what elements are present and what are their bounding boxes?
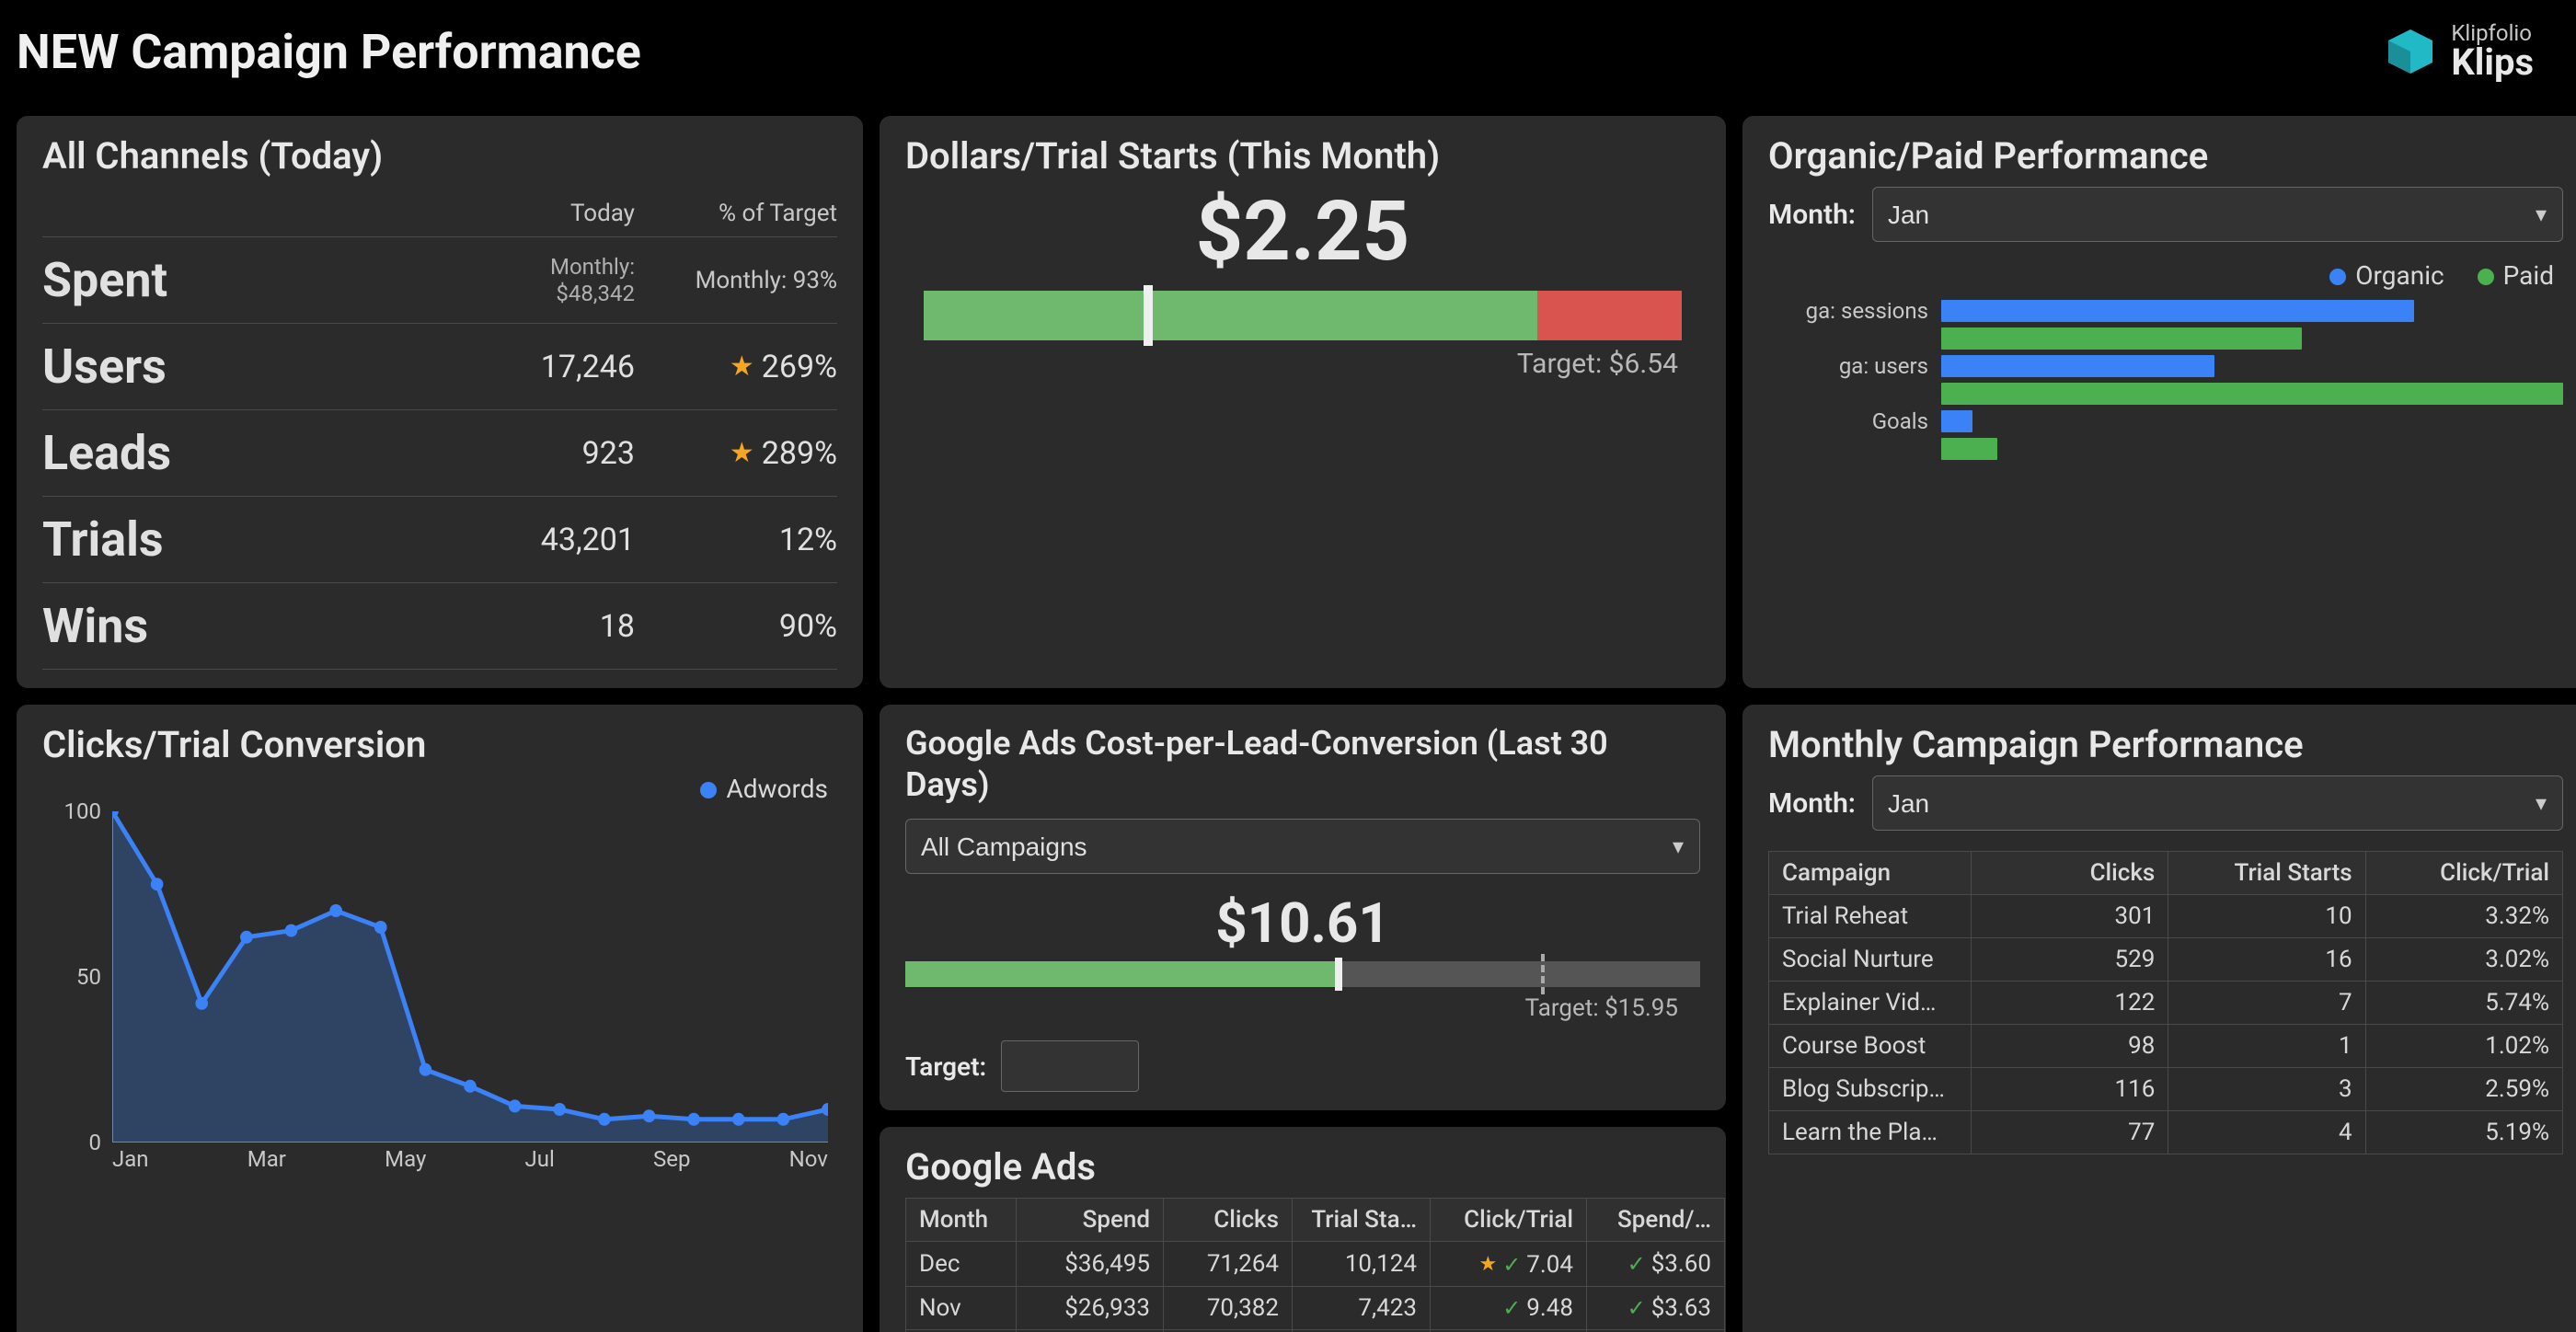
table-row: Nov$26,93370,3827,423✓ 9.48✓ $3.63	[906, 1286, 1725, 1329]
cpl-target-field-label: Target:	[905, 1051, 986, 1082]
panel-organic-paid: Organic/Paid Performance Month: Jan Orga…	[1742, 116, 2576, 688]
panel-google-ads: Google Ads MonthSpendClicksTrial Sta…Cli…	[880, 1127, 1726, 1332]
check-icon: ✓	[1627, 1295, 1646, 1321]
table-header: Campaign	[1769, 852, 1972, 895]
hbar-row: Goals	[1768, 408, 2563, 434]
dollars-trial-title: Dollars/Trial Starts (This Month)	[905, 134, 1700, 178]
table-row: Trial Reheat301103.32%	[1769, 895, 2563, 938]
op-month-label: Month:	[1768, 199, 1856, 231]
hbar-row	[1768, 438, 2563, 460]
panel-dollars-trial: Dollars/Trial Starts (This Month) $2.25 …	[880, 116, 1726, 688]
table-header: Click/Trial	[2365, 852, 2562, 895]
table-header: Month	[906, 1199, 1017, 1242]
google-ads-table: MonthSpendClicksTrial Sta…Click/TrialSpe…	[905, 1198, 1725, 1332]
mc-month-label: Month:	[1768, 787, 1856, 820]
table-header: Trial Starts	[2168, 852, 2365, 895]
legend-paid: Paid	[2478, 260, 2554, 291]
mc-month-select[interactable]: Jan	[1872, 775, 2563, 831]
metric-name: Spent	[42, 252, 359, 308]
table-row: Social Nurture529163.02%	[1769, 938, 2563, 982]
metric-today: 18	[359, 608, 635, 645]
table-header: Click/Trial	[1431, 1199, 1587, 1242]
hbar-label: ga: sessions	[1768, 298, 1934, 324]
panel-monthly-campaign: Monthly Campaign Performance Month: Jan …	[1742, 705, 2576, 1332]
cpl-campaign-select[interactable]: All Campaigns	[905, 819, 1700, 874]
google-ads-title: Google Ads	[905, 1145, 1700, 1188]
panel-all-channels: All Channels (Today) Today % of Target S…	[17, 116, 863, 688]
cpl-target: Target: $15.95	[905, 994, 1678, 1022]
brand-bottom: Klips	[2451, 44, 2534, 81]
table-header: Clicks	[1972, 852, 2168, 895]
cpl-title: Google Ads Cost-per-Lead-Conversion (Las…	[905, 723, 1700, 806]
table-header: Trial Sta…	[1293, 1199, 1431, 1242]
all-channels-row: Trials43,20112%	[42, 496, 837, 582]
metric-name: Users	[42, 339, 359, 395]
metric-target: ★269%	[635, 349, 837, 385]
table-row: Learn the Pla…7745.19%	[1769, 1111, 2563, 1154]
metric-name: Leads	[42, 425, 359, 481]
hbar-label: ga: users	[1768, 353, 1934, 379]
table-row: Course Boost9811.02%	[1769, 1025, 2563, 1068]
panel-cpl: Google Ads Cost-per-Lead-Conversion (Las…	[880, 705, 1726, 1110]
panel-clicks-trial: Clicks/Trial Conversion Adwords 100 50 0…	[17, 705, 863, 1332]
dollars-trial-value: $2.25	[905, 183, 1700, 280]
all-channels-title: All Channels (Today)	[42, 134, 837, 178]
all-channels-row: SpentMonthly:$48,342Monthly: 93%	[42, 236, 837, 323]
hbar-row	[1768, 383, 2563, 405]
dollars-trial-target: Target: $6.54	[905, 348, 1678, 380]
table-header: Clicks	[1164, 1199, 1293, 1242]
table-header: Spend	[1017, 1199, 1164, 1242]
metric-name: Trials	[42, 511, 359, 568]
table-row: Dec$36,49571,26410,124★✓ 7.04✓ $3.60	[906, 1242, 1725, 1287]
hbar-row: ga: users	[1768, 353, 2563, 379]
metric-today: Monthly:$48,342	[359, 254, 635, 307]
metric-target: 12%	[635, 522, 837, 558]
dollars-trial-progress	[924, 291, 1682, 340]
star-icon: ★	[730, 350, 754, 383]
hbar-row	[1768, 327, 2563, 350]
cpl-target-input[interactable]	[1001, 1040, 1139, 1092]
metric-target: 90%	[635, 608, 837, 645]
star-icon: ★	[730, 437, 754, 469]
all-channels-row: Users17,246★269%	[42, 323, 837, 409]
monthly-campaign-table: CampaignClicksTrial StartsClick/Trial Tr…	[1768, 851, 2563, 1154]
check-icon: ✓	[1502, 1295, 1521, 1321]
page-title: NEW Campaign Performance	[17, 24, 641, 80]
check-icon: ✓	[1502, 1252, 1521, 1278]
legend-organic: Organic	[2329, 260, 2444, 291]
clicks-trial-title: Clicks/Trial Conversion	[42, 723, 837, 766]
brand: Klipfolio Klips	[2385, 22, 2559, 81]
monthly-campaign-title: Monthly Campaign Performance	[1768, 723, 2563, 766]
metric-target: Monthly: 93%	[635, 267, 837, 294]
col-today: Today	[359, 200, 635, 227]
op-month-select[interactable]: Jan	[1872, 187, 2563, 242]
clicks-trial-chart: 100 50 0 JanMarMayJulSepNov	[42, 811, 837, 1179]
table-row: Blog Subscrip…11632.59%	[1769, 1068, 2563, 1111]
all-channels-row: Wins1890%	[42, 582, 837, 670]
star-icon: ★	[1478, 1253, 1497, 1276]
check-icon: ✓	[1627, 1251, 1646, 1277]
cpl-progress	[905, 961, 1700, 987]
hbar-label: Goals	[1768, 408, 1934, 434]
metric-target: ★289%	[635, 435, 837, 472]
cpl-value: $10.61	[905, 890, 1700, 956]
app-header: NEW Campaign Performance Klipfolio Klips	[0, 0, 2576, 103]
metric-today: 43,201	[359, 522, 635, 558]
table-row: Explainer Vid…12275.74%	[1769, 982, 2563, 1025]
hbar-row: ga: sessions	[1768, 298, 2563, 324]
metric-today: 923	[359, 435, 635, 472]
legend-adwords: Adwords	[700, 774, 828, 804]
metric-today: 17,246	[359, 349, 635, 385]
brand-logo-icon	[2385, 26, 2436, 77]
organic-paid-title: Organic/Paid Performance	[1768, 134, 2563, 178]
all-channels-row: Leads923★289%	[42, 409, 837, 496]
table-header: Spend/…	[1587, 1199, 1725, 1242]
col-target: % of Target	[635, 200, 837, 227]
metric-name: Wins	[42, 598, 359, 654]
